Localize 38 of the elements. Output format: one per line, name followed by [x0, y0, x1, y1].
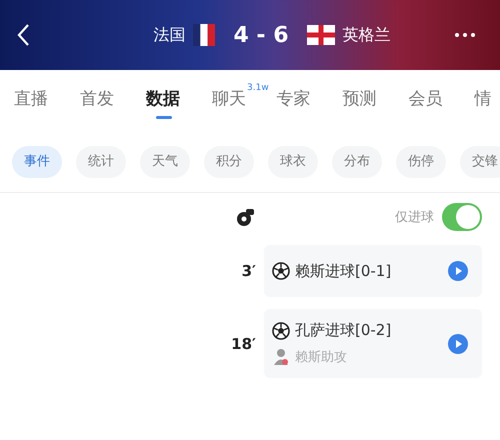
flag-icon — [193, 24, 216, 46]
home-team: 法国 — [153, 24, 186, 46]
event-card[interactable]: 赖斯进球[0-1] — [264, 245, 482, 297]
event-minute: 3′ — [242, 262, 256, 280]
chip[interactable]: 统计 — [76, 146, 126, 178]
tab[interactable]: 专家 — [276, 81, 317, 121]
chip[interactable]: 天气 — [140, 146, 190, 178]
filter-label: 仅进球 — [395, 209, 434, 226]
assist-text: 赖斯助攻 — [295, 349, 347, 366]
play-icon[interactable] — [448, 334, 468, 354]
tab[interactable]: 聊天 $^{3.1w}$ — [212, 81, 269, 121]
tab[interactable]: 会员 — [408, 81, 449, 121]
flag-icon — [306, 25, 335, 45]
tab[interactable]: 首发 — [80, 81, 120, 121]
away-team: 英格兰 — [342, 24, 391, 46]
event-minute: 18′ — [231, 334, 256, 352]
chip[interactable]: 积分 — [204, 146, 254, 178]
ball-icon — [272, 322, 290, 340]
play-icon[interactable] — [448, 261, 468, 281]
player-icon — [272, 348, 290, 366]
event-card[interactable]: 孔萨进球[0-2] 赖斯助攻 — [264, 309, 482, 378]
match-score: 4 - 6 — [233, 22, 289, 48]
chip[interactable]: 事件 — [12, 146, 62, 178]
tab[interactable]: 数据 — [146, 81, 186, 121]
toggle-switch[interactable] — [442, 203, 482, 231]
tab[interactable]: 情 — [474, 81, 500, 121]
tab[interactable]: 直播 — [14, 81, 54, 121]
event-text: 孔萨进球[0-2] — [295, 321, 392, 340]
ball-icon — [272, 262, 290, 280]
whistle-icon — [236, 206, 256, 228]
back-icon[interactable] — [16, 23, 30, 47]
more-icon[interactable] — [454, 32, 476, 38]
chip[interactable]: 伤停 — [396, 146, 446, 178]
event-text: 赖斯进球[0-1] — [295, 262, 392, 280]
chip[interactable]: 球衣 — [268, 146, 318, 178]
tab[interactable]: 预测 — [342, 81, 383, 121]
chip[interactable]: 交锋 — [460, 146, 500, 178]
chip[interactable]: 分布 — [332, 146, 382, 178]
